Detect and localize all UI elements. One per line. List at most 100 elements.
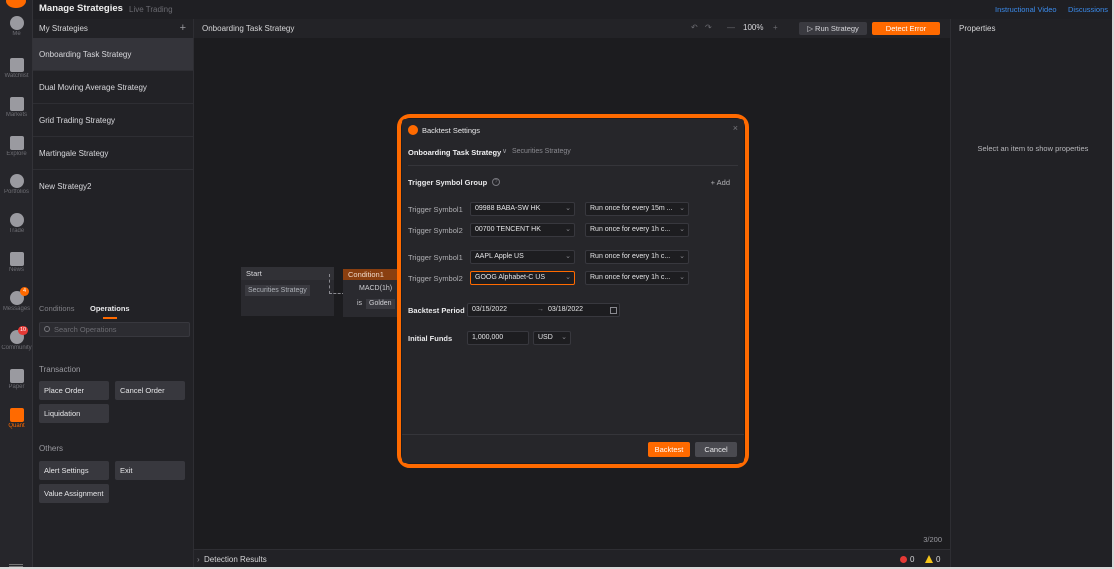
strategy-item[interactable]: Onboarding Task Strategy	[33, 38, 193, 71]
start-node-tag: Securities Strategy	[245, 285, 310, 296]
alert-settings-button[interactable]: Alert Settings	[39, 461, 109, 480]
error-icon	[900, 556, 907, 563]
app-logo-icon[interactable]	[6, 0, 26, 8]
trigger-symbol-select[interactable]: GOOG Alphabet-C US ⌄	[470, 271, 575, 285]
tab-operations[interactable]: Operations	[90, 304, 130, 313]
notification-badge: 10	[18, 326, 29, 335]
strategies-panel: My Strategies + Onboarding Task Strategy…	[33, 19, 194, 569]
tab-conditions[interactable]: Conditions	[39, 304, 74, 313]
calendar-icon[interactable]	[610, 307, 617, 314]
rail-item-trade[interactable]: Trade	[0, 213, 33, 234]
rail-label: News	[8, 267, 24, 273]
node-counter: 3/200	[923, 535, 942, 544]
arrow-right-icon: →	[537, 306, 544, 313]
condition-operator: is	[357, 300, 363, 307]
symbol-value: 09988 BABA-SW HK	[475, 205, 541, 212]
rail-label: Me	[12, 31, 21, 37]
rail-item-paper[interactable]: Paper	[0, 369, 33, 390]
chevron-down-icon: ⌄	[679, 205, 685, 212]
rail-item-explore[interactable]: Explore	[0, 136, 33, 157]
quant-icon	[9, 408, 24, 422]
condition-line: MACD(1h)	[359, 285, 393, 292]
rail-item-me[interactable]: Me	[0, 16, 33, 37]
liquidation-button[interactable]: Liquidation	[39, 404, 109, 423]
rail-item-messages[interactable]: 4 Messages	[0, 287, 33, 312]
divider	[402, 434, 744, 435]
chevron-down-icon: ⌄	[565, 274, 571, 281]
live-trading-tab[interactable]: Live Trading	[129, 5, 173, 14]
help-icon[interactable]: ?	[492, 178, 500, 186]
search-icon	[44, 326, 50, 332]
strategy-name[interactable]: Onboarding Task Strategy	[408, 148, 501, 157]
strategy-type: Securities Strategy	[512, 148, 571, 155]
detection-results-bar[interactable]: › Detection Results 0 0	[194, 549, 950, 569]
trigger-symbol-label: Trigger Symbol1	[408, 205, 463, 214]
search-operations-input[interactable]: Search Operations	[39, 322, 190, 337]
top-bar: Manage Strategies Live Trading Instructi…	[33, 0, 1114, 19]
strategy-item[interactable]: Grid Trading Strategy	[33, 104, 193, 137]
currency-select[interactable]: USD ⌄	[533, 331, 571, 345]
paper-icon	[9, 369, 24, 383]
exit-button[interactable]: Exit	[115, 461, 185, 480]
trade-icon	[9, 213, 24, 227]
discussions-link[interactable]: Discussions	[1068, 5, 1108, 14]
initial-funds-value: 1,000,000	[472, 334, 504, 341]
strategy-item[interactable]: New Strategy2	[33, 170, 193, 203]
condition-node[interactable]: Condition1 MACD(1h) is Golden	[343, 269, 398, 317]
strategy-item[interactable]: Martingale Strategy	[33, 137, 193, 170]
canvas-toolbar: Onboarding Task Strategy ↶ ↷ — 100% + ▷ …	[194, 19, 950, 38]
value-assignment-button[interactable]: Value Assignment	[39, 484, 109, 503]
end-date[interactable]: 03/18/2022	[548, 306, 583, 313]
frequency-select[interactable]: Run once for every 1h c... ⌄	[585, 223, 689, 237]
strategy-item[interactable]: Dual Moving Average Strategy	[33, 71, 193, 104]
trigger-symbol-select[interactable]: 00700 TENCENT HK ⌄	[470, 223, 575, 237]
redo-icon[interactable]: ↷	[705, 23, 712, 32]
add-symbol-group-button[interactable]: + Add	[711, 178, 730, 187]
rail-label: Messages	[2, 306, 31, 312]
news-icon	[9, 252, 24, 266]
rail-item-community[interactable]: 10 Community	[0, 326, 33, 351]
strategies-header: My Strategies +	[33, 19, 193, 38]
frequency-select[interactable]: Run once for every 1h c... ⌄	[585, 250, 689, 264]
trigger-symbol-select[interactable]: 09988 BABA-SW HK ⌄	[470, 202, 575, 216]
frequency-value: Run once for every 1h c...	[590, 253, 671, 260]
currency-value: USD	[538, 334, 553, 341]
rail-item-markets[interactable]: Markets	[0, 97, 33, 118]
chevron-down-icon: ⌄	[565, 253, 571, 260]
undo-icon[interactable]: ↶	[691, 23, 698, 32]
cancel-order-button[interactable]: Cancel Order	[115, 381, 185, 400]
rail-label: Trade	[8, 228, 25, 234]
add-strategy-button[interactable]: +	[180, 19, 186, 38]
section-title: Transaction	[39, 365, 81, 374]
frequency-select[interactable]: Run once for every 1h c... ⌄	[585, 271, 689, 285]
left-nav-rail: Me Watchlist Markets Explore Portfolios …	[0, 0, 33, 569]
start-date: 03/15/2022	[472, 306, 508, 313]
rail-item-news[interactable]: News	[0, 252, 33, 273]
instructional-video-link[interactable]: Instructional Video	[995, 5, 1057, 14]
chevron-down-icon: ⌄	[565, 205, 571, 212]
person-icon	[9, 16, 24, 30]
zoom-out-icon[interactable]: —	[727, 23, 735, 32]
rail-item-watchlist[interactable]: Watchlist	[0, 58, 33, 79]
cancel-button[interactable]: Cancel	[695, 442, 737, 457]
rail-label: Paper	[8, 384, 25, 390]
rail-item-quant[interactable]: Quant	[0, 408, 33, 429]
rail-item-portfolios[interactable]: Portfolios	[0, 174, 33, 195]
detect-error-button[interactable]: Detect Error	[872, 22, 940, 35]
markets-icon	[9, 97, 24, 111]
run-strategy-button[interactable]: ▷ Run Strategy	[799, 22, 867, 35]
trigger-symbol-select[interactable]: AAPL Apple US ⌄	[470, 250, 575, 264]
chevron-down-icon[interactable]: ∨	[502, 147, 507, 155]
initial-funds-input[interactable]: 1,000,000	[467, 331, 529, 345]
chevron-down-icon: ⌄	[561, 334, 567, 341]
close-icon[interactable]: ×	[733, 123, 738, 133]
canvas-title: Onboarding Task Strategy	[202, 24, 295, 33]
frequency-select[interactable]: Run once for every 15m ... ⌄	[585, 202, 689, 216]
place-order-button[interactable]: Place Order	[39, 381, 109, 400]
detection-results-label: Detection Results	[204, 555, 267, 564]
start-node[interactable]: Start Securities Strategy	[241, 267, 374, 316]
rail-label: Explore	[6, 151, 27, 157]
zoom-in-icon[interactable]: +	[773, 23, 778, 32]
properties-panel: Properties Select an item to show proper…	[950, 19, 1114, 569]
backtest-button[interactable]: Backtest	[648, 442, 690, 457]
